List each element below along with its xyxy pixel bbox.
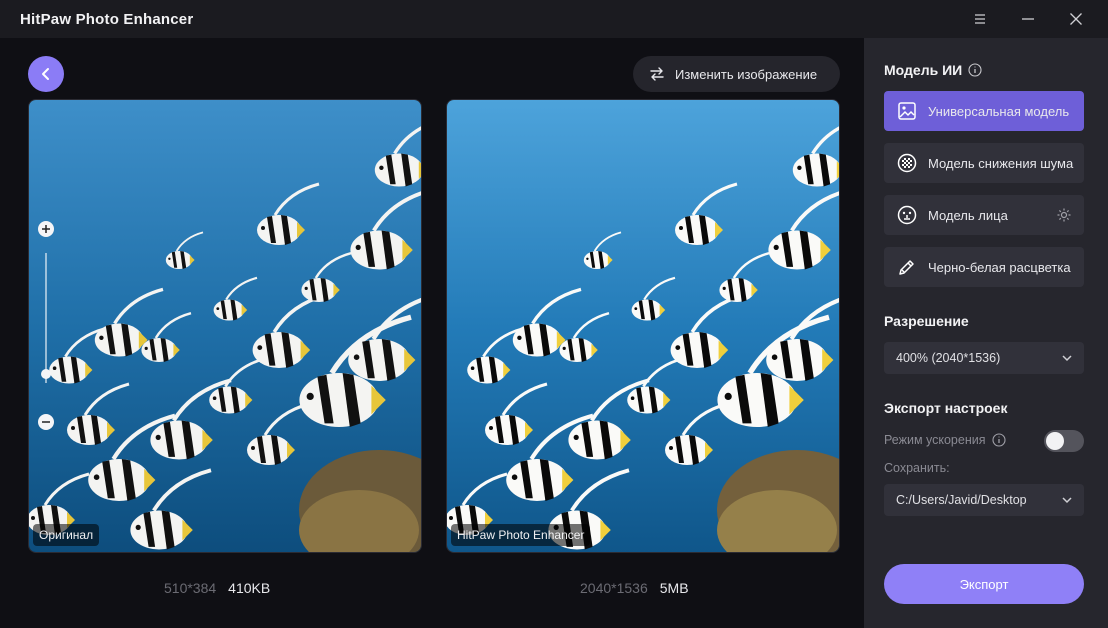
model-denoise-button[interactable]: Модель снижения шума: [884, 143, 1084, 183]
image-icon: [896, 100, 918, 122]
gear-icon[interactable]: [1056, 207, 1072, 223]
zoom-control: [36, 219, 56, 431]
face-icon: [896, 204, 918, 226]
close-icon[interactable]: [1064, 8, 1088, 30]
model-face-button[interactable]: Модель лица: [884, 195, 1084, 235]
enhanced-image-panel[interactable]: HitPaw Photo Enhancer: [446, 99, 840, 553]
zoom-out-icon[interactable]: [38, 414, 54, 430]
zoom-slider-track[interactable]: [45, 253, 47, 383]
resolution-select[interactable]: 400% (2040*1536): [884, 342, 1084, 374]
model-colorize-button[interactable]: Черно-белая расцветка: [884, 247, 1084, 287]
swap-icon: [650, 67, 664, 81]
settings-sidebar: Модель ИИ Универсальная модель Модель сн…: [864, 38, 1108, 628]
original-label: Оригинал: [33, 524, 100, 546]
info-icon[interactable]: [991, 433, 1006, 447]
chevron-left-icon: [42, 68, 49, 80]
change-image-label: Изменить изображение: [675, 66, 818, 82]
acceleration-toggle[interactable]: [1044, 430, 1084, 452]
resolution-value: 400% (2040*1536): [896, 351, 1001, 365]
enhanced-label: HitPaw Photo Enhancer: [451, 524, 591, 546]
title-bar: HitPaw Photo Enhancer: [0, 0, 1108, 38]
original-meta: 510*384 410KB: [164, 580, 270, 596]
chevron-down-icon: [1062, 497, 1072, 504]
model-universal-button[interactable]: Универсальная модель: [884, 91, 1084, 131]
model-denoise-label: Модель снижения шума: [928, 155, 1074, 171]
original-photo: [29, 100, 421, 552]
zoom-slider-handle[interactable]: [41, 369, 51, 379]
resolution-heading: Разрешение: [884, 313, 969, 329]
save-path-value: C:/Users/Javid/Desktop: [896, 493, 1027, 507]
save-path-select[interactable]: C:/Users/Javid/Desktop: [884, 484, 1084, 516]
info-icon[interactable]: [968, 63, 982, 77]
save-label: Сохранить:: [884, 461, 950, 475]
model-face-label: Модель лица: [928, 207, 1008, 223]
change-image-button[interactable]: Изменить изображение: [633, 56, 840, 92]
back-button[interactable]: [28, 56, 64, 92]
enhanced-photo: [447, 100, 839, 552]
original-size: 410KB: [228, 580, 271, 596]
export-button[interactable]: Экспорт: [884, 564, 1084, 604]
original-image-panel[interactable]: Оригинал: [28, 99, 422, 553]
acceleration-label: Режим ускорения: [884, 433, 986, 447]
toggle-knob: [1046, 432, 1064, 450]
model-universal-label: Универсальная модель: [928, 103, 1070, 119]
colorize-icon: [896, 256, 918, 278]
acceleration-label-row: Режим ускорения: [884, 433, 1006, 447]
model-colorize-label: Черно-белая расцветка: [928, 259, 1071, 275]
menu-icon[interactable]: [968, 8, 992, 30]
enhanced-size: 5MB: [659, 580, 689, 596]
minimize-icon[interactable]: [1016, 8, 1040, 30]
app-title: HitPaw Photo Enhancer: [20, 11, 194, 28]
original-dimensions: 510*384: [164, 580, 217, 596]
ai-model-title: Модель ИИ: [884, 62, 982, 78]
ai-model-heading: Модель ИИ: [884, 62, 963, 78]
chevron-down-icon: [1062, 355, 1072, 362]
export-settings-heading: Экспорт настроек: [884, 400, 1008, 416]
enhanced-dimensions: 2040*1536: [580, 580, 648, 596]
enhanced-meta: 2040*1536 5MB: [580, 580, 689, 596]
denoise-icon: [896, 152, 918, 174]
zoom-in-icon[interactable]: [38, 221, 54, 237]
